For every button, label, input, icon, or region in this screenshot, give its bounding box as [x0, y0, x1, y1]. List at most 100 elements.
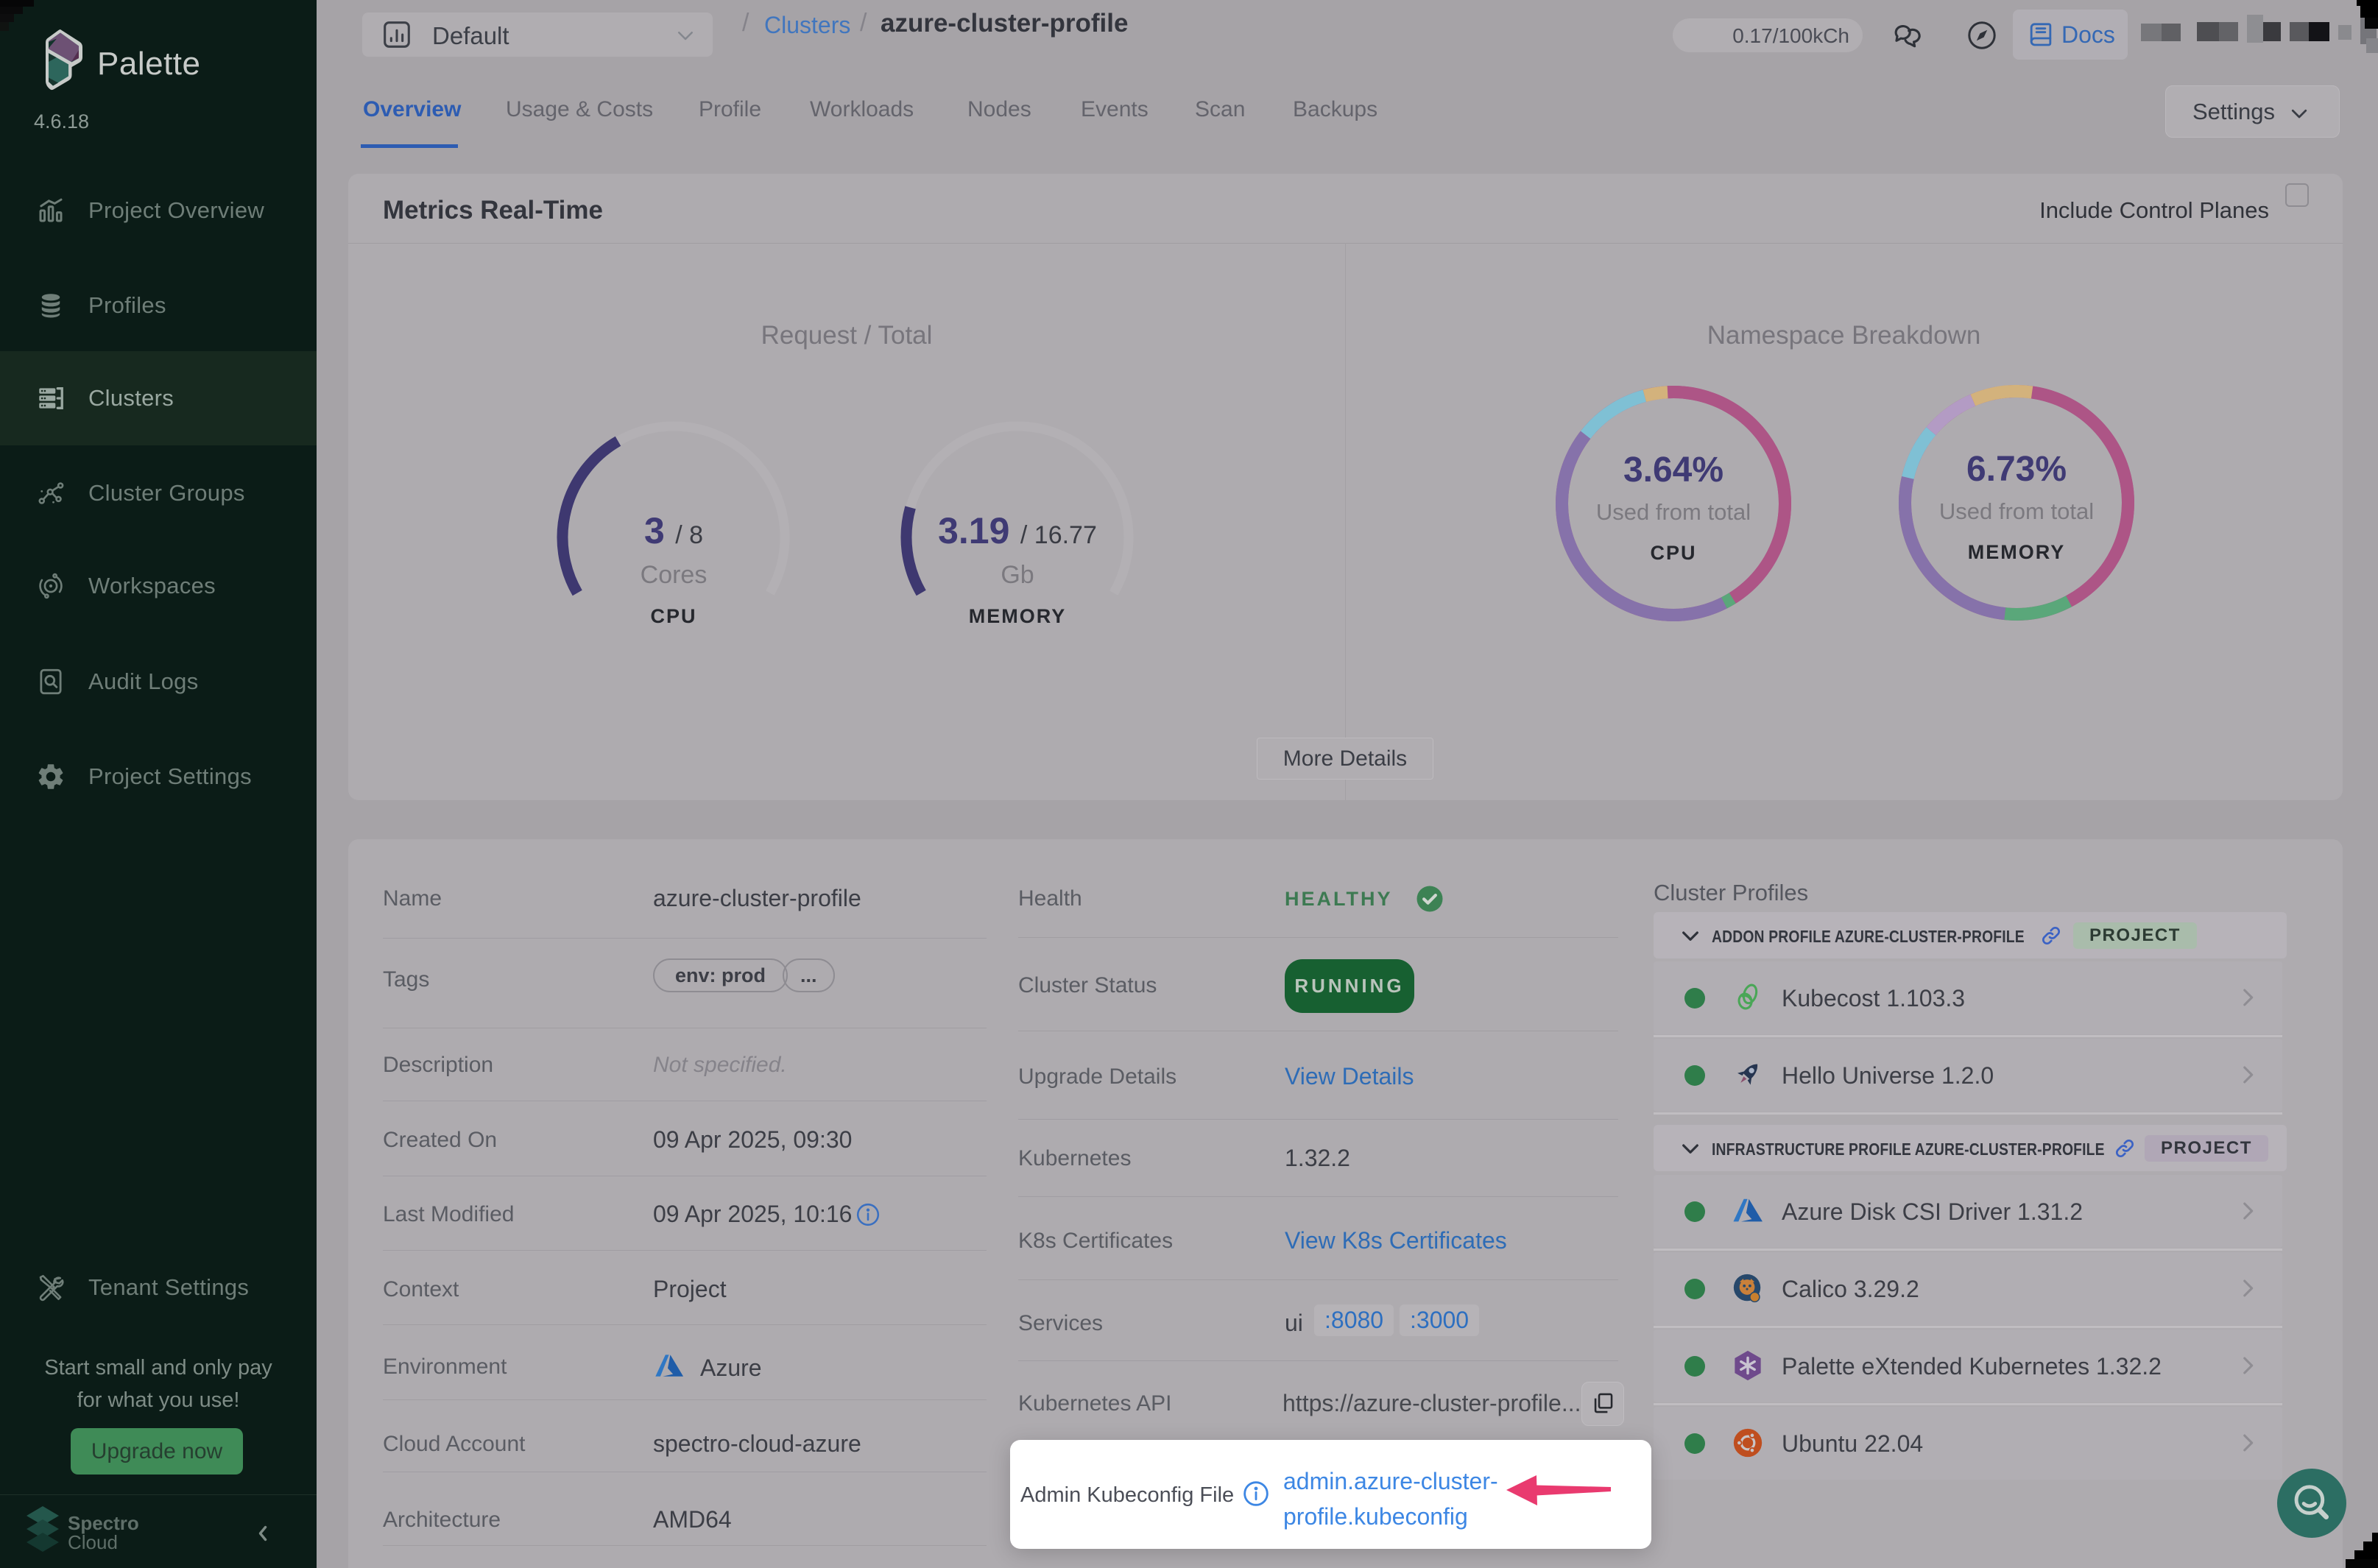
- detail-label: Last Modified: [383, 1202, 514, 1227]
- tools-icon: [35, 1272, 66, 1303]
- status-dot: [1684, 1433, 1705, 1454]
- profile-item-kubecost[interactable]: Kubecost 1.103.3: [1654, 961, 2282, 1034]
- view-k8s-certificates-link[interactable]: View K8s Certificates: [1285, 1227, 1507, 1254]
- sidebar-item-workspaces[interactable]: Workspaces: [0, 539, 317, 633]
- kubeconfig-label: Admin Kubeconfig File: [1020, 1483, 1234, 1508]
- service-port-link[interactable]: :8080: [1314, 1304, 1394, 1336]
- tag-pill[interactable]: env: prod: [653, 958, 788, 992]
- project-badge: PROJECT: [2145, 1135, 2268, 1162]
- profile-section-title: INFRASTRUCTURE PROFILE AZURE-CLUSTER-PRO…: [1712, 1140, 2105, 1159]
- profile-item-name: Ubuntu 22.04: [1782, 1430, 1923, 1458]
- gauge-memory-metric: MEMORY: [900, 605, 1135, 628]
- status-label: Kubernetes API: [1018, 1391, 1171, 1416]
- usage-pill: 0.17/100kCh: [1673, 18, 1863, 52]
- link-icon[interactable]: [2039, 924, 2063, 947]
- kubeconfig-highlight-box: Admin Kubeconfig File admin.azure-cluste…: [1010, 1440, 1651, 1549]
- request-total-heading: Request / Total: [348, 321, 1345, 350]
- detail-label: Name: [383, 886, 442, 911]
- sidebar-item-clusters[interactable]: Clusters: [0, 351, 317, 445]
- profile-section-header-addon[interactable]: ADDON PROFILE AZURE-CLUSTER-PROFILE PROJ…: [1654, 912, 2287, 958]
- include-control-planes-checkbox[interactable]: [2285, 183, 2309, 207]
- view-details-link[interactable]: View Details: [1285, 1063, 1414, 1090]
- info-icon[interactable]: [1241, 1479, 1271, 1508]
- tag-more-pill[interactable]: ...: [783, 958, 835, 992]
- detail-label: Architecture: [383, 1508, 501, 1533]
- chat-icon[interactable]: [1889, 18, 1926, 54]
- gauge-cpu: 3 / 8 Cores CPU: [556, 420, 791, 655]
- tab-profile[interactable]: Profile: [699, 97, 761, 122]
- project-selector[interactable]: Default: [362, 13, 713, 57]
- profile-item-hello-universe[interactable]: Hello Universe 1.2.0: [1654, 1039, 2282, 1112]
- settings-label: Settings: [2192, 99, 2275, 125]
- profile-item-pxk[interactable]: Palette eXtended Kubernetes 1.32.2: [1654, 1329, 2282, 1402]
- breadcrumb-separator: /: [742, 9, 749, 38]
- tab-workloads[interactable]: Workloads: [810, 97, 914, 122]
- profile-item-name: Azure Disk CSI Driver 1.31.2: [1782, 1198, 2083, 1226]
- detail-label: Description: [383, 1053, 493, 1078]
- breadcrumb-separator-2: /: [860, 9, 867, 38]
- compass-icon[interactable]: [1964, 18, 2000, 53]
- sidebar-item-project-settings[interactable]: Project Settings: [0, 730, 317, 824]
- tab-backups[interactable]: Backups: [1293, 97, 1377, 122]
- doc-search-icon: [35, 666, 66, 697]
- detail-value: Project: [653, 1276, 727, 1303]
- tab-scan[interactable]: Scan: [1195, 97, 1245, 122]
- donut-cpu: 3.64% Used from total CPU: [1555, 385, 1792, 622]
- tab-events[interactable]: Events: [1081, 97, 1149, 122]
- search-fab[interactable]: [2277, 1469, 2346, 1538]
- tab-overview[interactable]: Overview: [363, 97, 461, 122]
- profile-item-ubuntu[interactable]: Ubuntu 22.04: [1654, 1407, 2282, 1480]
- namespace-heading: Namespace Breakdown: [1345, 321, 2343, 350]
- kubeconfig-link[interactable]: admin.azure-cluster- profile.kubeconfig: [1283, 1463, 1498, 1534]
- profile-item-azure-disk[interactable]: Azure Disk CSI Driver 1.31.2: [1654, 1175, 2282, 1248]
- sidebar-item-tenant-settings[interactable]: Tenant Settings: [0, 1240, 317, 1335]
- gauge-memory-value: 3.19: [938, 510, 1009, 551]
- upgrade-now-button[interactable]: Upgrade now: [71, 1428, 243, 1475]
- gauge-cpu-value: 3: [644, 510, 665, 551]
- tab-usage-costs[interactable]: Usage & Costs: [506, 97, 653, 122]
- info-icon[interactable]: [855, 1201, 881, 1228]
- ubuntu-icon: [1731, 1426, 1765, 1460]
- copy-button[interactable]: [1581, 1382, 1624, 1426]
- hello-universe-icon: [1731, 1058, 1765, 1092]
- service-port-link[interactable]: :3000: [1400, 1304, 1479, 1336]
- gauge-memory-total: 16.77: [1034, 521, 1097, 549]
- azure-icon: [1731, 1194, 1765, 1228]
- profile-item-name: Calico 3.29.2: [1782, 1276, 1919, 1303]
- profile-row-divider: [1654, 1326, 2282, 1328]
- gauge-memory-unit: Gb: [900, 561, 1135, 590]
- tab-nodes[interactable]: Nodes: [967, 97, 1031, 122]
- settings-button[interactable]: Settings: [2165, 85, 2340, 138]
- chevron-down-icon: [2288, 102, 2310, 124]
- breadcrumb-parent[interactable]: Clusters: [764, 12, 850, 39]
- status-label: Kubernetes: [1018, 1146, 1131, 1171]
- project-selector-icon: [380, 18, 414, 52]
- metrics-title: Metrics Real-Time: [383, 196, 603, 225]
- kubecost-icon: [1731, 981, 1765, 1014]
- palette-logo[interactable]: [43, 28, 84, 93]
- sidebar-collapse-icon[interactable]: [250, 1521, 275, 1546]
- sidebar-item-audit-logs[interactable]: Audit Logs: [0, 635, 317, 729]
- app-name: Palette: [97, 46, 200, 82]
- sidebar-item-cluster-groups[interactable]: Cluster Groups: [0, 446, 317, 540]
- detail-label: Created On: [383, 1128, 497, 1153]
- status-dot: [1684, 1201, 1705, 1222]
- link-icon[interactable]: [2113, 1137, 2137, 1160]
- profile-section-title: ADDON PROFILE AZURE-CLUSTER-PROFILE: [1712, 927, 2025, 947]
- sidebar-item-project-overview[interactable]: Project Overview: [0, 163, 317, 258]
- profile-section-header-infra[interactable]: INFRASTRUCTURE PROFILE AZURE-CLUSTER-PRO…: [1654, 1125, 2287, 1171]
- gauge-cpu-metric: CPU: [556, 605, 791, 628]
- more-details-button[interactable]: More Details: [1257, 738, 1433, 780]
- profile-item-calico[interactable]: Calico 3.29.2: [1654, 1252, 2282, 1325]
- docs-button[interactable]: Docs: [2013, 10, 2128, 60]
- donut-memory: 6.73% Used from total MEMORY: [1898, 384, 2135, 621]
- status-label: Cluster Status: [1018, 973, 1157, 998]
- gauge-memory: 3.19 / 16.77 Gb MEMORY: [900, 420, 1135, 655]
- spectro-brand-text: Spectro Cloud: [68, 1514, 139, 1552]
- kubernetes-api-value: https://azure-cluster-profile...: [1283, 1390, 1581, 1417]
- palette-logo-icon: [43, 28, 84, 93]
- status-label: Services: [1018, 1311, 1103, 1336]
- cluster-profiles-title: Cluster Profiles: [1654, 880, 1808, 906]
- sidebar-item-profiles[interactable]: Profiles: [0, 258, 317, 353]
- row-divider: [1018, 937, 1618, 938]
